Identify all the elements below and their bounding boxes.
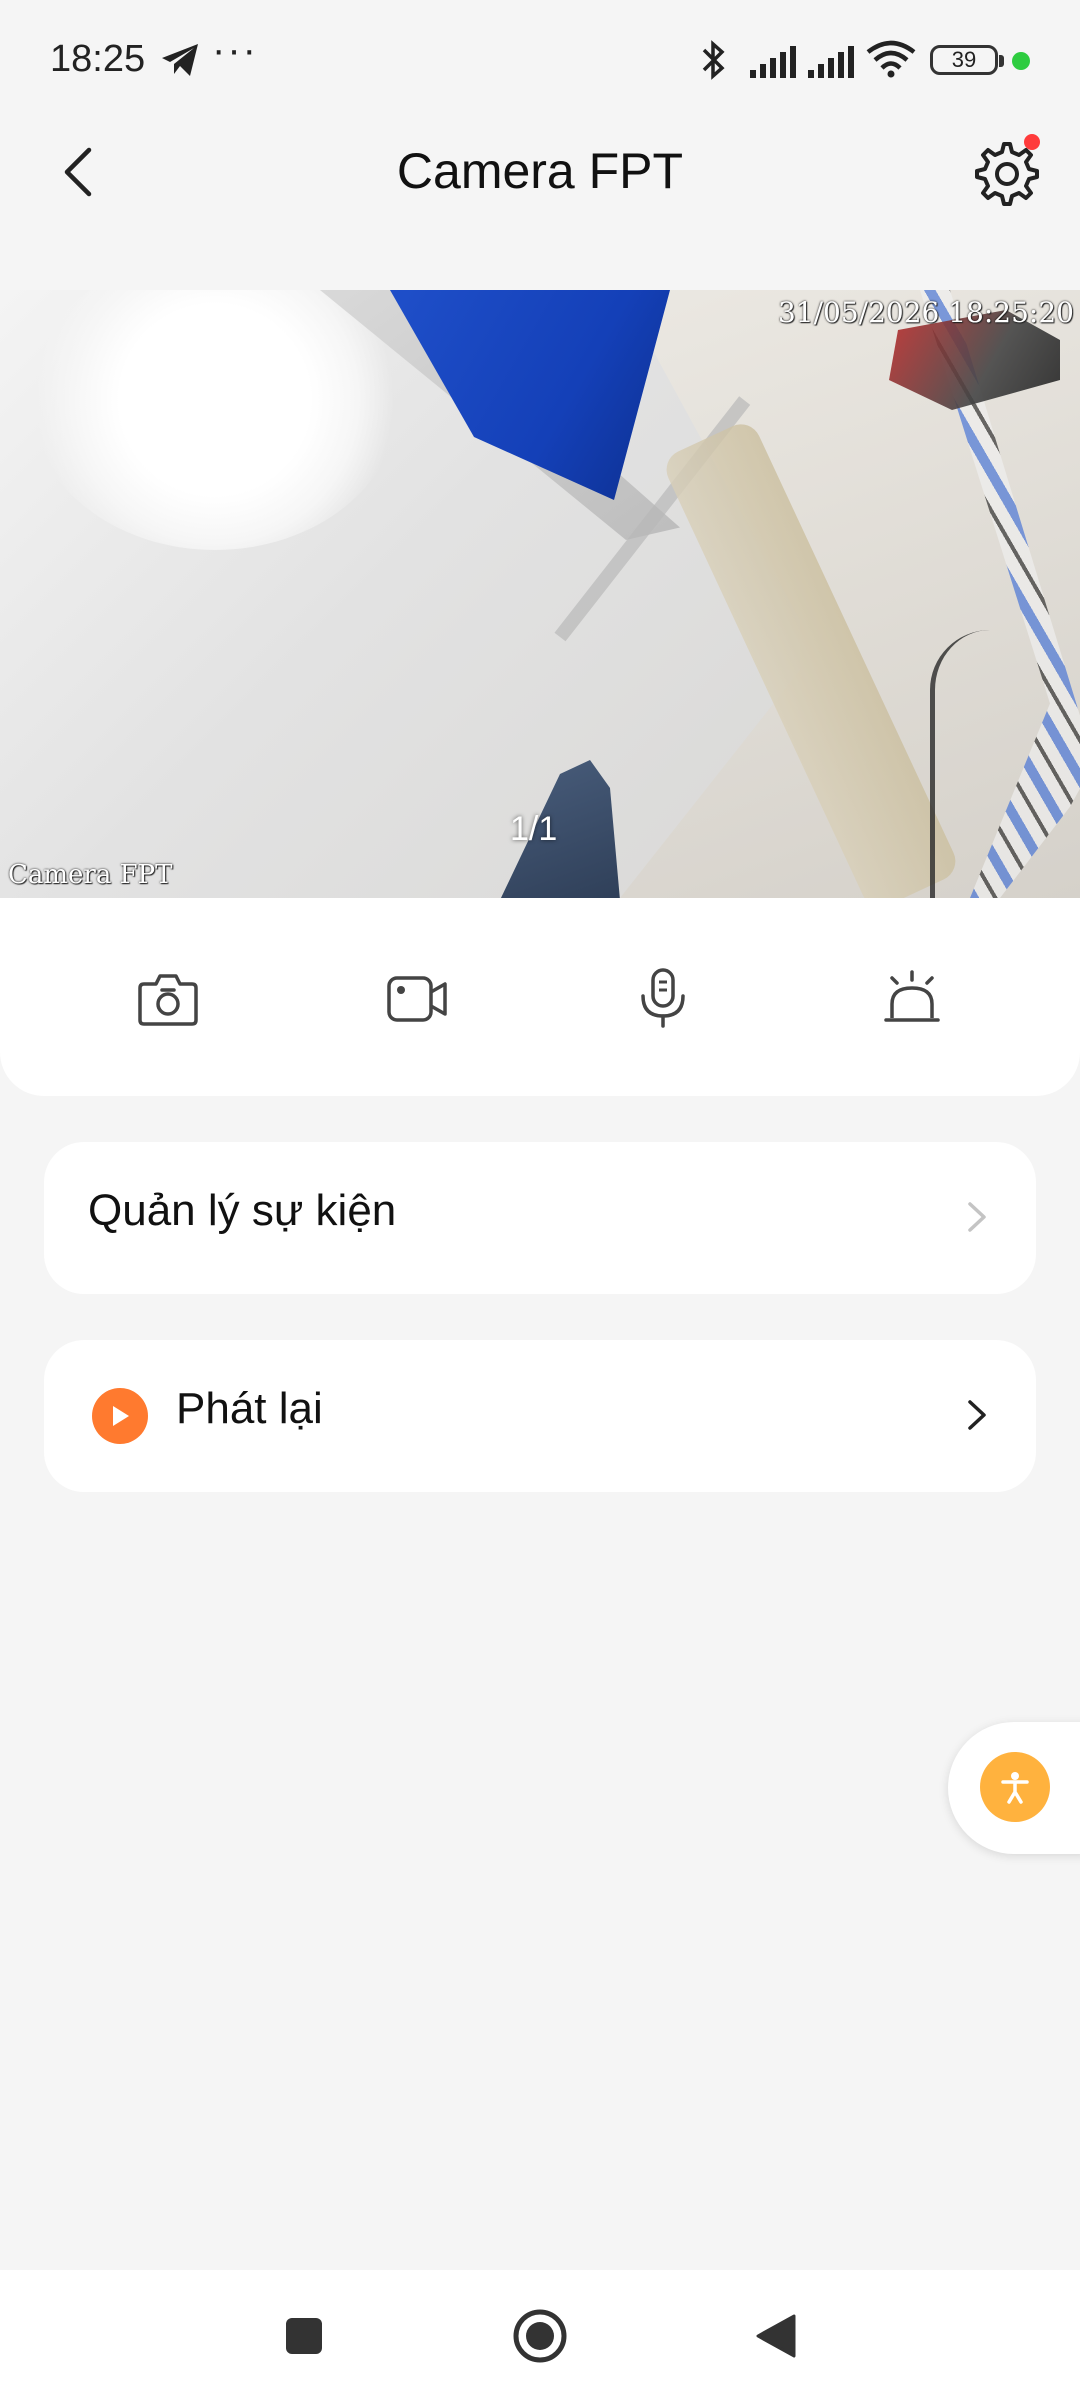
wifi-icon	[866, 40, 916, 78]
battery-indicator: 39	[930, 45, 1004, 75]
page-title: Camera FPT	[396, 143, 684, 199]
talk-button[interactable]	[623, 958, 703, 1038]
camera-live-view[interactable]: 31/05/2026 18:25:20 Camera FPT 1/1	[0, 290, 1080, 898]
system-nav-bar	[0, 2270, 1080, 2400]
chevron-right-icon	[968, 1202, 986, 1232]
accessibility-button[interactable]	[980, 1752, 1050, 1822]
play-circle-icon	[92, 1388, 148, 1444]
back-button[interactable]	[48, 140, 108, 204]
camera-icon	[138, 974, 198, 1026]
snapshot-button[interactable]	[128, 958, 208, 1038]
video-timestamp: 31/05/2026 18:25:20	[777, 296, 1074, 329]
blue-cloth-shape	[390, 290, 670, 500]
record-button[interactable]	[377, 958, 457, 1038]
microphone-icon	[641, 968, 685, 1028]
video-camera-icon	[387, 976, 447, 1022]
back-nav-button[interactable]	[744, 2304, 808, 2368]
page-indicator: 1/1	[510, 810, 558, 848]
signal-icon	[750, 46, 796, 78]
alarm-button[interactable]	[872, 958, 952, 1038]
home-button[interactable]	[508, 2304, 572, 2368]
app-header: Camera FPT	[0, 120, 1080, 220]
playback-menu-item[interactable]: Phát lại	[44, 1340, 1036, 1492]
playback-label: Phát lại	[176, 1384, 323, 1433]
accessibility-icon	[1001, 1772, 1029, 1804]
chevron-left-icon	[64, 147, 92, 197]
cable-shape	[930, 630, 1080, 898]
events-menu-item[interactable]: Quản lý sự kiện	[44, 1142, 1036, 1294]
bluetooth-icon	[702, 40, 725, 80]
control-panel	[0, 898, 1080, 1096]
more-notifications-icon: ···	[212, 28, 258, 72]
square-icon	[286, 2318, 322, 2354]
events-label: Quản lý sự kiện	[88, 1186, 397, 1235]
signal-icon	[808, 46, 854, 78]
telegram-icon	[162, 44, 198, 76]
back-triangle-icon	[756, 2314, 796, 2358]
chevron-right-icon	[968, 1400, 986, 1430]
status-bar: 18:25 ··· 39	[0, 0, 1080, 120]
status-time: 18:25	[50, 38, 146, 80]
home-circle-icon	[513, 2309, 567, 2363]
recents-button[interactable]	[272, 2304, 336, 2368]
notification-dot	[1024, 134, 1040, 150]
light-glare	[30, 290, 400, 550]
battery-level: 39	[951, 47, 977, 72]
siren-icon	[884, 970, 940, 1022]
status-dot	[1012, 52, 1030, 70]
video-camera-label: Camera FPT	[8, 860, 173, 890]
